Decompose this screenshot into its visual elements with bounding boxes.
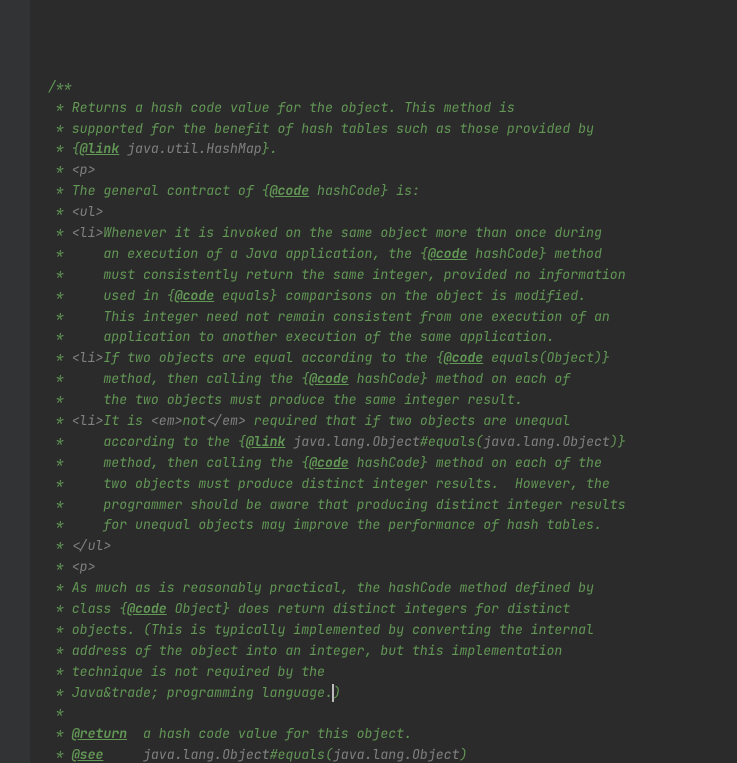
code-line: * method, then calling the {@code hashCo… bbox=[48, 369, 737, 390]
code-line: * <li>If two objects are equal according… bbox=[48, 348, 737, 369]
code-line: * Java&trade; programming language.) bbox=[48, 683, 737, 704]
code-line: * <p> bbox=[48, 160, 737, 181]
code-area[interactable]: /** * Returns a hash code value for the … bbox=[48, 77, 737, 763]
code-line: * according to the {@link java.lang.Obje… bbox=[48, 432, 737, 453]
code-line: * an execution of a Java application, th… bbox=[48, 244, 737, 265]
code-line: * Returns a hash code value for the obje… bbox=[48, 98, 737, 119]
code-line: * <p> bbox=[48, 557, 737, 578]
code-line: * method, then calling the {@code hashCo… bbox=[48, 453, 737, 474]
code-line: * programmer should be aware that produc… bbox=[48, 495, 737, 516]
code-line: * class {@code Object} does return disti… bbox=[48, 599, 737, 620]
code-line: * supported for the benefit of hash tabl… bbox=[48, 119, 737, 140]
code-line: * As much as is reasonably practical, th… bbox=[48, 578, 737, 599]
code-line: * for unequal objects may improve the pe… bbox=[48, 515, 737, 536]
text-caret bbox=[332, 684, 334, 702]
code-line: * the two objects must produce the same … bbox=[48, 390, 737, 411]
code-line: * technique is not required by the bbox=[48, 662, 737, 683]
code-line: * </ul> bbox=[48, 536, 737, 557]
code-line: * @see java.lang.Object#equals(java.lang… bbox=[48, 745, 737, 763]
code-line: * <li>It is <em>not</em> required that i… bbox=[48, 411, 737, 432]
code-line: * <li>Whenever it is invoked on the same… bbox=[48, 223, 737, 244]
code-line: * used in {@code equals} comparisons on … bbox=[48, 286, 737, 307]
code-line: * two objects must produce distinct inte… bbox=[48, 474, 737, 495]
gutter bbox=[0, 0, 30, 763]
code-line: * must consistently return the same inte… bbox=[48, 265, 737, 286]
code-line: * This integer need not remain consisten… bbox=[48, 307, 737, 328]
code-line: * <ul> bbox=[48, 202, 737, 223]
code-line: * objects. (This is typically implemente… bbox=[48, 620, 737, 641]
code-line: * {@link java.util.HashMap}. bbox=[48, 139, 737, 160]
code-line: * address of the object into an integer,… bbox=[48, 641, 737, 662]
code-line: * bbox=[48, 703, 737, 724]
code-line: * The general contract of {@code hashCod… bbox=[48, 181, 737, 202]
code-line: * application to another execution of th… bbox=[48, 327, 737, 348]
code-editor[interactable]: /** * Returns a hash code value for the … bbox=[0, 0, 737, 763]
code-line: * @return a hash code value for this obj… bbox=[48, 724, 737, 745]
code-line: /** bbox=[48, 77, 737, 98]
